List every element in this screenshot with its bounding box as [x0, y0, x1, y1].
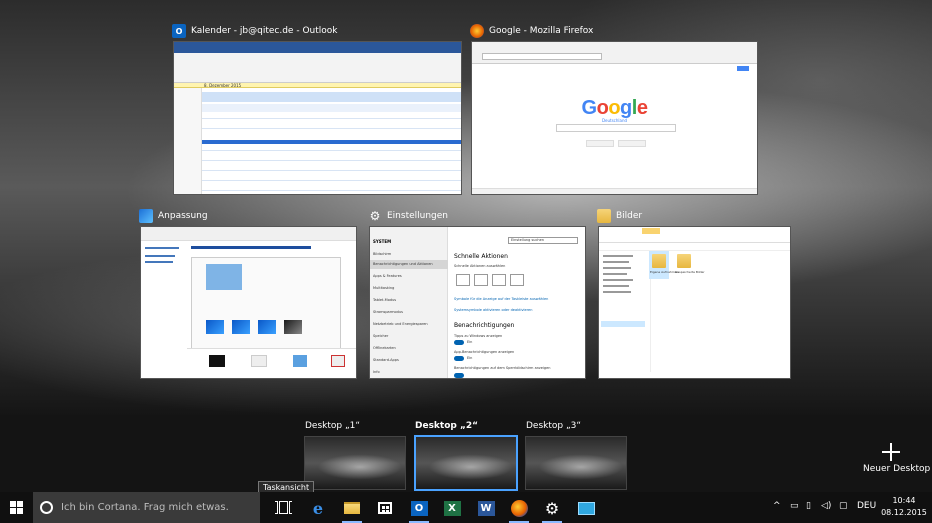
anpassung-window-thumbnail[interactable] [140, 226, 357, 379]
einstellungen-window-thumbnail[interactable]: SYSTEM Bildschirm Benachrichtigungen und… [369, 226, 586, 379]
file-explorer-icon[interactable] [341, 497, 363, 523]
notification-icon[interactable]: ▢ [839, 501, 848, 511]
outlook-icon[interactable]: O [408, 497, 430, 523]
settings-heading-notifications: Benachrichtigungen [454, 322, 515, 329]
google-logo-sub: Deutschland [601, 118, 628, 123]
cortana-icon [40, 501, 53, 514]
outlook-window-title-text: Kalender - jb@qitec.de - Outlook [191, 26, 338, 36]
settings-nav-item: Standard-Apps [373, 358, 399, 362]
settings-section-title: SYSTEM [373, 239, 392, 244]
network-icon[interactable]: ▭ [790, 501, 799, 511]
settings-option-tips: Tipps zu Windows anzeigen [454, 334, 503, 338]
power-icon[interactable]: ▯ [806, 501, 811, 511]
settings-nav-item: Multitasking [373, 286, 395, 290]
outlook-calendar-view: 8. Dezember 2015 [202, 83, 461, 194]
desktop-3-label: Desktop „3“ [526, 421, 582, 431]
bilder-window-title[interactable]: Bilder [597, 206, 642, 226]
outlook-icon: O [172, 24, 186, 38]
settings-option-lockscreen: Benachrichtigungen auf dem Sperrbildschi… [454, 366, 551, 370]
settings-sidebar: SYSTEM Bildschirm Benachrichtigungen und… [370, 227, 448, 378]
outlook-appointment [202, 140, 461, 144]
volume-icon[interactable]: ◁) [821, 501, 831, 511]
settings-nav-item: Bildschirm [373, 252, 392, 256]
desktop-2-label: Desktop „2“ [415, 421, 479, 431]
settings-icon[interactable]: ⚙ [541, 497, 563, 523]
einstellungen-window-title[interactable]: ⚙ Einstellungen [368, 206, 448, 226]
folder-icon [677, 254, 691, 268]
settings-nav-item: Benachrichtigungen und Aktionen [373, 262, 433, 266]
google-search-box [556, 124, 676, 132]
settings-nav-item: Info [373, 370, 380, 374]
pictures-folder-icon [597, 209, 611, 223]
settings-nav-item: Tablet-Modus [373, 298, 397, 302]
firefox-icon [470, 24, 484, 38]
firefox-window-title-text: Google - Mozilla Firefox [489, 26, 594, 36]
edge-icon[interactable]: e [307, 497, 329, 519]
outlook-window-title[interactable]: O Kalender - jb@qitec.de - Outlook [172, 21, 337, 41]
firefox-window-title[interactable]: Google - Mozilla Firefox [470, 21, 593, 41]
settings-link-taskbar-icons: Symbole für die Anzeige auf der Taskleis… [454, 297, 549, 301]
anpassung-window-title-text: Anpassung [158, 211, 208, 221]
settings-nav-item: Speicher [373, 334, 389, 338]
desktop-2-thumbnail[interactable] [414, 435, 518, 491]
task-view-button[interactable] [275, 501, 292, 514]
outlook-window-thumbnail[interactable]: 8. Dezember 2015 [173, 41, 462, 195]
settings-subheading: Schnelle Aktionen auswählen [454, 264, 506, 268]
store-icon[interactable] [374, 497, 396, 519]
einstellungen-window-title-text: Einstellungen [387, 211, 449, 221]
language-indicator[interactable]: DEU [857, 501, 876, 511]
folder-icon [652, 254, 666, 268]
settings-nav-item: Offlinekarten [373, 346, 396, 350]
folder-label: Gespeicherte Bilder [675, 270, 705, 274]
desktop-1-thumbnail[interactable] [304, 436, 406, 490]
settings-nav-item: Netzbetrieb und Energiesparen [373, 322, 428, 326]
toggle-state: Ein [467, 340, 473, 344]
taskbar: Ich bin Cortana. Frag mich etwas. e O X … [0, 492, 932, 523]
settings-option-app-notifications: App-Benachrichtigungen anzeigen [454, 350, 515, 354]
settings-nav-item: Stromsparmodus [373, 310, 403, 314]
outlook-date-header: 8. Dezember 2015 [204, 83, 242, 88]
settings-link-system-icons: Systemsymbole aktivieren oder deaktivier… [454, 308, 533, 312]
google-logo: Google [581, 97, 648, 119]
bilder-window-thumbnail[interactable]: Eigene Aufnahmen Gespeicherte Bilder [598, 226, 791, 379]
excel-icon[interactable]: X [441, 497, 463, 519]
cortana-search-box[interactable]: Ich bin Cortana. Frag mich etwas. [33, 492, 260, 523]
firefox-window-thumbnail[interactable]: Google Deutschland [471, 41, 758, 195]
show-hidden-icons-icon[interactable]: ^ [773, 501, 781, 511]
desktop-1-label: Desktop „1“ [305, 421, 361, 431]
personalization-icon [139, 209, 153, 223]
start-button[interactable] [10, 501, 23, 514]
settings-nav-item: Apps & Features [373, 274, 402, 278]
firefox-icon[interactable] [508, 497, 530, 523]
new-desktop-button[interactable]: Neuer Desktop [863, 464, 930, 474]
toggle-state: Ein [467, 356, 473, 360]
bilder-window-title-text: Bilder [616, 211, 643, 221]
gear-icon: ⚙ [369, 209, 381, 223]
anpassung-window-title[interactable]: Anpassung [139, 206, 208, 226]
new-desktop-plus-icon[interactable] [882, 443, 900, 461]
clock-time: 10:44 [892, 496, 916, 505]
settings-content: Einstellung suchen Schnelle Aktionen Sch… [448, 227, 585, 378]
clock-date: 08.12.2015 [881, 508, 927, 517]
outlook-navigation-pane [174, 88, 202, 194]
explorer-navigation-pane [599, 251, 651, 372]
desktop-3-thumbnail[interactable] [525, 436, 627, 490]
word-icon[interactable]: W [475, 497, 497, 519]
control-panel-sidebar [141, 243, 187, 378]
cortana-search-placeholder: Ich bin Cortana. Frag mich etwas. [61, 502, 229, 513]
settings-search-input: Einstellung suchen [511, 238, 545, 242]
remote-desktop-icon[interactable] [575, 497, 597, 519]
clock[interactable]: 10:44 08.12.2015 [880, 495, 928, 519]
settings-heading-quick-actions: Schnelle Aktionen [454, 253, 508, 260]
